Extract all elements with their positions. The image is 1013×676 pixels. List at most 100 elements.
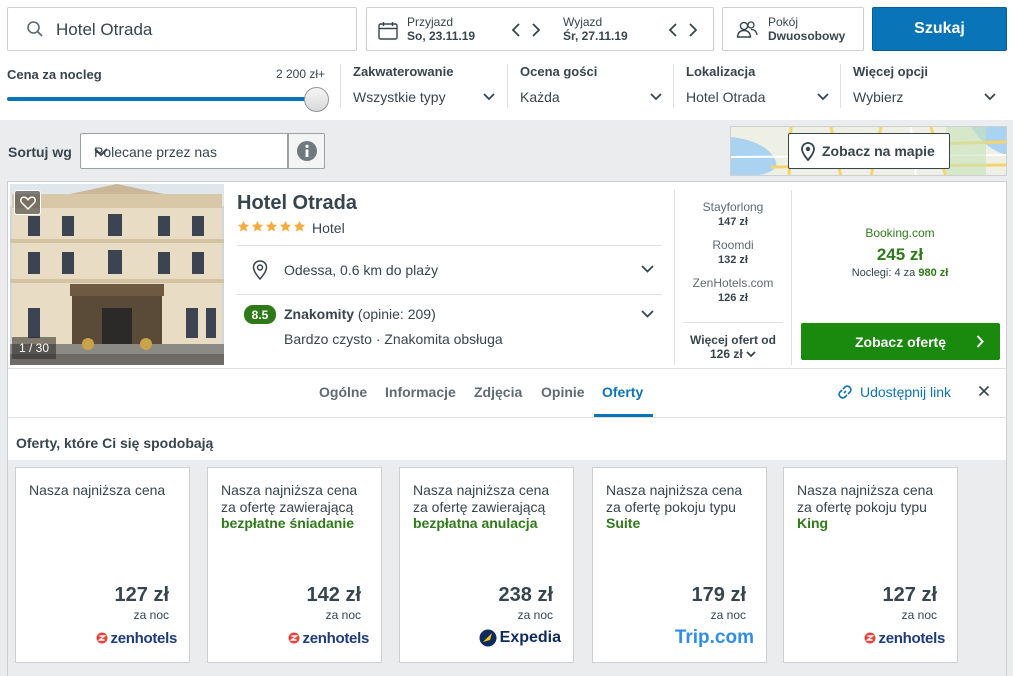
offer-per-night: za noc	[517, 608, 553, 622]
tab-general[interactable]: Ogólne	[319, 384, 367, 400]
tab-reviews[interactable]: Opinie	[541, 384, 585, 400]
offer-card[interactable]: Nasza najniższa cena za ofertę pokoju ty…	[592, 467, 767, 663]
price-slider-handle[interactable]	[304, 87, 329, 112]
alt-deal-item[interactable]: ZenHotels.com 126 zł	[675, 276, 791, 305]
accommodation-filter-title: Zakwaterowanie	[353, 64, 454, 79]
card-divider	[8, 368, 1006, 369]
chevron-down-icon	[984, 93, 996, 101]
guests-icon	[736, 20, 758, 40]
rating-text[interactable]: Znakomity (opinie: 209)	[284, 306, 436, 322]
accommodation-filter[interactable]: Zakwaterowanie Wszystkie typy	[353, 64, 498, 108]
more-deals-label: Więcej ofert od	[690, 333, 776, 347]
room-field[interactable]: Pokój Dwuosobowy	[722, 7, 864, 51]
star-icon	[279, 220, 292, 232]
alt-deal-item[interactable]: Stayforlong 147 zł	[675, 200, 791, 229]
guest-rating-filter-value: Każda	[520, 89, 560, 105]
hotel-location: Odessa, 0.6 km do plaży	[284, 262, 439, 278]
offer-card[interactable]: Nasza najniższa cena za ofertę zawierają…	[207, 467, 382, 663]
chevron-down-icon	[746, 351, 756, 358]
photo-counter: 1 / 30	[12, 337, 56, 359]
offer-card[interactable]: Nasza najniższa cena za ofertę zawierają…	[399, 467, 574, 663]
offer-line1: Nasza najniższa cena	[413, 482, 550, 498]
guest-rating-filter[interactable]: Ocena gości Każda	[520, 64, 665, 108]
price-max-value: 2 200 zł+	[276, 67, 326, 81]
chevron-right-icon[interactable]	[687, 20, 699, 40]
offer-line1: Nasza najniższa cena	[606, 482, 743, 498]
expedia-logo: Expedia	[479, 626, 561, 650]
chevron-right-icon[interactable]	[530, 20, 542, 40]
star-icon	[237, 220, 250, 232]
hotel-type: Hotel	[312, 220, 345, 236]
offer-card[interactable]: Nasza najniższa cena za ofertę pokoju ty…	[783, 467, 958, 663]
offer-price: 142 zł	[306, 584, 361, 606]
zenhotels-logo: zenhotels	[288, 626, 369, 650]
more-options-filter[interactable]: Więcej opcji Wybierz	[853, 64, 998, 108]
offer-line1: Nasza najniższa cena	[29, 482, 166, 498]
alt-deal-provider: ZenHotels.com	[692, 276, 774, 290]
link-icon	[838, 385, 852, 399]
tab-info[interactable]: Informacje	[385, 384, 456, 400]
checkin-block[interactable]: Przyjazd So, 23.11.19	[407, 15, 475, 43]
offer-per-night: za noc	[133, 608, 169, 622]
chevron-left-icon[interactable]	[667, 20, 679, 40]
hotel-name[interactable]: Hotel Otrada	[237, 192, 357, 215]
offer-card[interactable]: Nasza najniższa cena 127 zł za noc zenho…	[15, 467, 190, 663]
more-deals-button[interactable]: Więcej ofert od 126 zł	[675, 333, 791, 361]
offer-line1: Nasza najniższa cena	[221, 482, 358, 498]
chevron-down-icon[interactable]	[641, 310, 654, 318]
offer-line2: za ofertę pokoju typu	[606, 498, 736, 515]
nights-total-price: 980 zł	[918, 267, 949, 279]
card-divider	[237, 294, 662, 295]
more-options-filter-value: Wybierz	[853, 89, 904, 105]
tripcom-logo: Trip.com	[675, 626, 754, 650]
location-filter[interactable]: Lokalizacja Hotel Otrada	[686, 64, 831, 108]
favorite-button[interactable]	[14, 190, 41, 215]
share-link-button[interactable]: Udostępnij link	[838, 384, 951, 400]
view-map-label: Zobacz na mapie	[822, 143, 935, 159]
chevron-down-icon	[94, 148, 275, 157]
search-input[interactable]: Hotel Otrada	[7, 7, 357, 51]
offer-per-night: za noc	[710, 608, 746, 622]
star-icon	[251, 220, 264, 232]
offer-price: 127 zł	[114, 584, 169, 606]
view-deal-label: Zobacz ofertę	[854, 333, 946, 350]
tab-deals[interactable]: Oferty	[602, 384, 643, 400]
offers-heading: Oferty, które Ci się spodobają	[16, 435, 214, 451]
filter-divider	[507, 64, 508, 108]
accommodation-filter-value: Wszystkie typy	[353, 89, 446, 105]
chevron-down-icon[interactable]	[641, 265, 654, 273]
provider-name: Expedia	[499, 629, 561, 646]
filter-divider	[840, 64, 841, 108]
best-deal-provider: Booking.com	[865, 226, 935, 240]
alt-deal-item[interactable]: Roomdi 132 zł	[675, 238, 791, 267]
close-icon[interactable]	[978, 385, 990, 397]
checkin-value: So, 23.11.19	[407, 29, 476, 43]
tab-photos[interactable]: Zdjęcia	[474, 384, 522, 400]
heart-icon	[19, 195, 36, 210]
card-divider	[683, 322, 783, 323]
best-deal-price[interactable]: 245 zł	[800, 245, 1000, 265]
sort-select[interactable]: Polecane przez nas	[80, 133, 288, 169]
checkout-block[interactable]: Wyjazd Śr, 27.11.19	[563, 15, 628, 43]
offer-highlight: Suite	[606, 515, 641, 531]
alt-deal-price: 147 zł	[718, 216, 748, 228]
price-slider-track[interactable]	[7, 97, 317, 101]
view-map-button[interactable]: Zobacz na mapie	[788, 133, 950, 169]
search-button[interactable]: Szukaj	[872, 7, 1007, 51]
dates-field[interactable]: Przyjazd So, 23.11.19 Wyjazd Śr, 27.11.1…	[366, 7, 714, 51]
search-icon	[26, 20, 44, 38]
checkin-label: Przyjazd	[407, 15, 454, 29]
location-filter-value: Hotel Otrada	[686, 89, 766, 105]
star-icon	[293, 220, 306, 232]
offer-line2: za ofertę zawierającą	[221, 498, 354, 515]
alt-deal-price: 132 zł	[718, 254, 748, 266]
nights-text: Noclegi: 4 za	[851, 267, 916, 279]
checkout-arrows	[667, 20, 699, 40]
sort-info-button[interactable]	[288, 133, 325, 169]
view-deal-button[interactable]: Zobacz ofertę	[801, 323, 1000, 360]
chevron-left-icon[interactable]	[510, 20, 522, 40]
offer-line2: za ofertę pokoju typu	[797, 498, 927, 515]
offer-description: Nasza najniższa cena za ofertę zawierają…	[221, 482, 371, 532]
offer-price: 179 zł	[691, 584, 746, 606]
card-divider	[791, 190, 792, 365]
